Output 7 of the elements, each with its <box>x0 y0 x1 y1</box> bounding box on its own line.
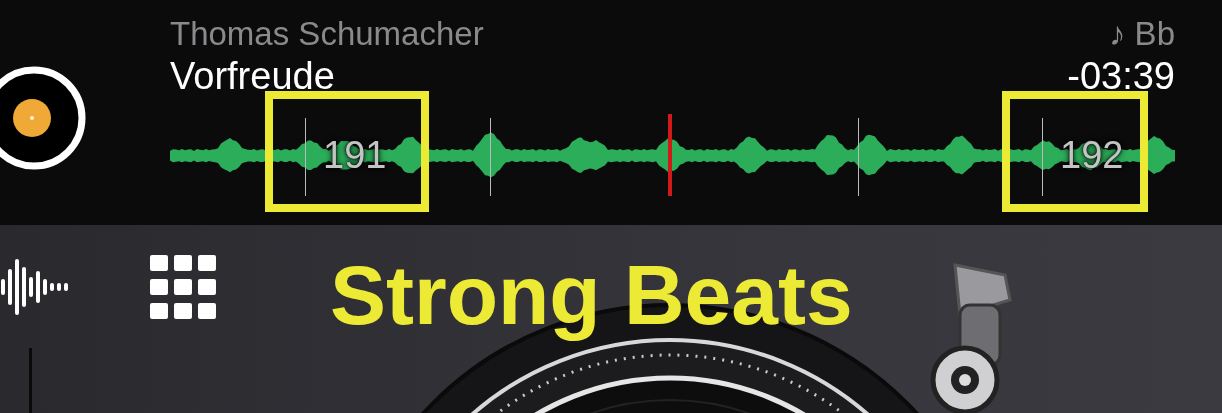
key-label: ♪ Bb <box>1108 14 1175 54</box>
waveform-icon[interactable] <box>0 257 70 317</box>
grid-icon[interactable] <box>150 255 216 319</box>
remaining-time: -03:39 <box>1067 54 1175 98</box>
track-title: Vorfreude <box>170 54 335 98</box>
annotation-caption: Strong Beats <box>330 247 853 343</box>
artist-name: Thomas Schumacher <box>170 14 484 54</box>
